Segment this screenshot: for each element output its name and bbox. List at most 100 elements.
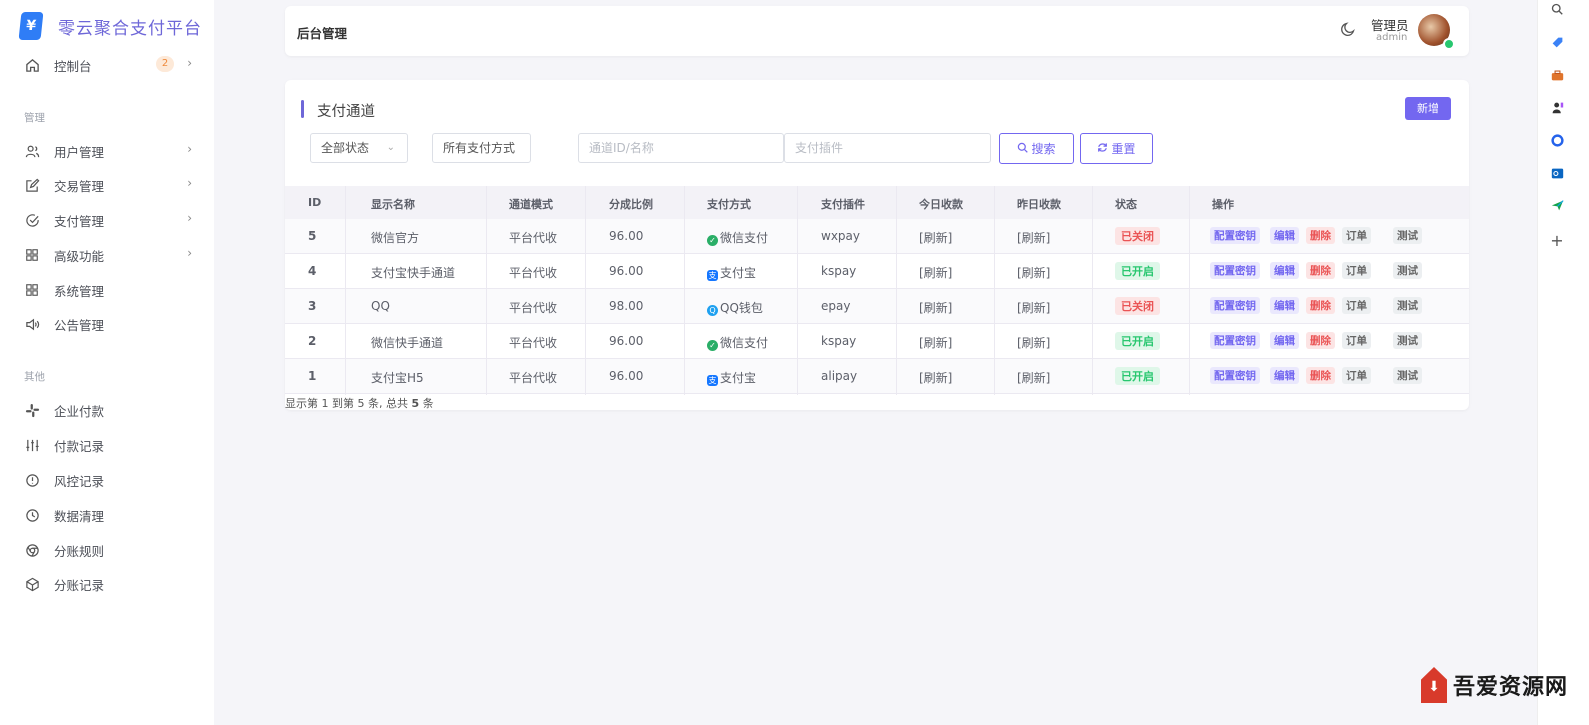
delete-button[interactable]: 删除 (1306, 332, 1335, 349)
column-divider (486, 186, 487, 395)
status-badge: 已开启 (1115, 367, 1160, 385)
orders-button[interactable]: 订单 (1342, 227, 1371, 244)
cell-today[interactable]: [刷新] (919, 299, 952, 316)
edit-button[interactable]: 编辑 (1270, 367, 1299, 384)
cell-plugin: kspay (821, 264, 857, 278)
grid-icon (24, 282, 40, 298)
pay-type-select[interactable]: 所有支付方式 (432, 133, 531, 163)
add-channel-button[interactable]: 新增 (1405, 97, 1451, 120)
delete-button[interactable]: 删除 (1306, 227, 1335, 244)
delete-button[interactable]: 删除 (1306, 262, 1335, 279)
channel-search-input[interactable] (578, 133, 784, 163)
status-badge: 已开启 (1115, 332, 1160, 350)
edit-button[interactable]: 编辑 (1270, 262, 1299, 279)
cell-plugin: epay (821, 299, 851, 313)
table-row: 4 支付宝快手通道 平台代收 96.00 支支付宝 kspay [刷新] [刷新] 已开启 配置密… (285, 254, 1469, 289)
edit-icon (24, 177, 40, 193)
plus-icon[interactable]: + (1550, 231, 1564, 250)
delete-button[interactable]: 删除 (1306, 367, 1335, 384)
sidebar-item-announcements[interactable]: 公告管理 (24, 312, 196, 336)
chevron-right-icon: › (187, 142, 192, 156)
user-icon[interactable] (1550, 100, 1564, 114)
outlook-icon[interactable] (1550, 166, 1564, 180)
cell-today[interactable]: [刷新] (919, 369, 952, 386)
header-yesterday: 昨日收款 (1017, 198, 1061, 211)
cell-today[interactable]: [刷新] (919, 334, 952, 351)
briefcase-icon[interactable] (1550, 68, 1564, 82)
orders-button[interactable]: 订单 (1342, 332, 1371, 349)
cell-plugin: alipay (821, 369, 858, 383)
header-name: 显示名称 (371, 198, 415, 211)
sidebar-item-users[interactable]: 用户管理 › (24, 139, 196, 163)
configure-key-button[interactable]: 配置密钥 (1210, 262, 1260, 279)
cell-name: 支付宝H5 (371, 371, 424, 385)
configure-key-button[interactable]: 配置密钥 (1210, 367, 1260, 384)
cell-yesterday[interactable]: [刷新] (1017, 369, 1050, 386)
sidebar-item-risk-records[interactable]: 风控记录 (24, 468, 196, 492)
test-button[interactable]: 测试 (1393, 297, 1422, 314)
brand[interactable]: ¥ 零云聚合支付平台 (18, 12, 202, 40)
cell-today[interactable]: [刷新] (919, 229, 952, 246)
ring-icon[interactable] (1550, 133, 1564, 147)
cell-yesterday[interactable]: [刷新] (1017, 334, 1050, 351)
orders-button[interactable]: 订单 (1342, 262, 1371, 279)
sidebar-item-payments[interactable]: 支付管理 › (24, 208, 196, 232)
cell-today[interactable]: [刷新] (919, 264, 952, 281)
moon-icon[interactable] (1340, 21, 1356, 41)
chevron-right-icon: › (187, 176, 192, 190)
watermark-logo: ⬇ (1421, 667, 1447, 703)
chevron-right-icon: › (187, 211, 192, 225)
sidebar-item-label: 分账规则 (54, 543, 105, 559)
sidebar-item-payment-records[interactable]: 付款记录 (24, 433, 196, 457)
sidebar-item-label: 控制台 (54, 58, 92, 74)
sidebar-item-label: 风控记录 (54, 473, 105, 489)
sidebar-item-data-cleanup[interactable]: 数据清理 (24, 503, 196, 527)
status-badge: 已关闭 (1115, 297, 1160, 315)
status-select[interactable]: 全部状态 ⌄ (310, 133, 408, 163)
sidebar-item-dashboard[interactable]: 控制台 2 › (24, 53, 196, 77)
column-divider (896, 186, 897, 395)
orders-button[interactable]: 订单 (1342, 297, 1371, 314)
edit-button[interactable]: 编辑 (1270, 332, 1299, 349)
test-button[interactable]: 测试 (1393, 227, 1422, 244)
sidebar-item-label: 系统管理 (54, 283, 105, 299)
send-icon[interactable] (1550, 198, 1564, 212)
test-button[interactable]: 测试 (1393, 262, 1422, 279)
pay-type-label: 支付宝 (720, 266, 757, 280)
reset-button[interactable]: 重置 (1080, 133, 1153, 164)
sidebar-item-split-records[interactable]: 分账记录 (24, 572, 196, 596)
chevron-right-icon: › (187, 56, 192, 70)
search-button[interactable]: 搜索 (999, 133, 1074, 164)
plugin-search-input[interactable] (784, 133, 991, 163)
orders-button[interactable]: 订单 (1342, 367, 1371, 384)
status-badge: 已开启 (1115, 262, 1160, 280)
search-icon[interactable] (1550, 2, 1564, 16)
cell-name: 支付宝快手通道 (371, 266, 456, 280)
sidebar-item-enterprise-pay[interactable]: 企业付款 (24, 398, 196, 422)
cell-ratio: 96.00 (609, 229, 644, 243)
test-button[interactable]: 测试 (1393, 332, 1422, 349)
cell-plugin: wxpay (821, 229, 860, 243)
cell-pay: ✓ 微信支付 (707, 229, 768, 246)
cell-ratio: 96.00 (609, 369, 644, 383)
section-label-manage: 管理 (24, 112, 45, 124)
sidebar-item-split-rules[interactable]: 分账规则 (24, 538, 196, 562)
cell-yesterday[interactable]: [刷新] (1017, 299, 1050, 316)
configure-key-button[interactable]: 配置密钥 (1210, 297, 1260, 314)
sidebar-item-transactions[interactable]: 交易管理 › (24, 173, 196, 197)
sidebar-item-system[interactable]: 系统管理 (24, 278, 196, 302)
cell-yesterday[interactable]: [刷新] (1017, 264, 1050, 281)
table-row: 5 微信官方 平台代收 96.00 ✓ 微信支付 wxpay [刷新] [刷新] 已关闭 配置密钥编… (285, 219, 1469, 254)
edit-button[interactable]: 编辑 (1270, 227, 1299, 244)
column-divider (585, 186, 586, 395)
test-button[interactable]: 测试 (1393, 367, 1422, 384)
pay-type-label: QQ钱包 (720, 301, 763, 315)
sidebar-item-advanced[interactable]: 高级功能 › (24, 243, 196, 267)
edit-button[interactable]: 编辑 (1270, 297, 1299, 314)
tag-icon[interactable] (1550, 35, 1564, 49)
configure-key-button[interactable]: 配置密钥 (1210, 227, 1260, 244)
delete-button[interactable]: 删除 (1306, 297, 1335, 314)
column-divider (345, 186, 346, 395)
configure-key-button[interactable]: 配置密钥 (1210, 332, 1260, 349)
cell-yesterday[interactable]: [刷新] (1017, 229, 1050, 246)
